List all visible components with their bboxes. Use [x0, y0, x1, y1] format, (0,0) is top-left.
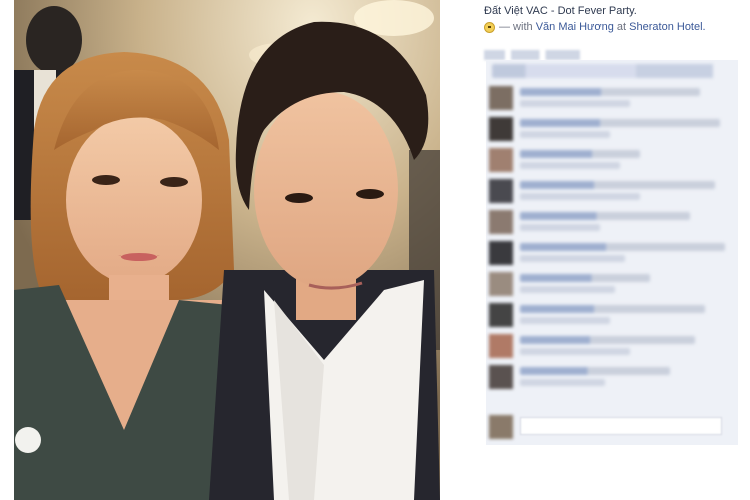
comment-item	[486, 177, 738, 204]
comment-text-blurred	[520, 150, 640, 158]
party-selfie-photo[interactable]	[14, 0, 440, 500]
comment-text-blurred	[520, 212, 690, 220]
avatar[interactable]	[489, 303, 513, 327]
comment-text-blurred	[520, 274, 650, 282]
comment-meta-blurred	[520, 224, 600, 231]
comment-item	[486, 115, 738, 142]
avatar[interactable]	[489, 148, 513, 172]
comment-item	[486, 301, 738, 328]
place-link[interactable]: Sheraton Hotel.	[629, 21, 705, 34]
avatar[interactable]	[489, 179, 513, 203]
post-title: Đất Việt VAC - Dot Fever Party.	[484, 5, 637, 17]
comment-meta-blurred	[520, 255, 625, 262]
comment-meta-blurred	[520, 379, 605, 386]
comments-panel	[486, 60, 738, 445]
comment-text-blurred	[520, 88, 700, 96]
comment-meta-blurred	[520, 317, 610, 324]
post-meta-blurred	[484, 50, 580, 60]
avatar	[489, 415, 513, 439]
with-prefix: — with	[499, 21, 533, 33]
avatar[interactable]	[489, 365, 513, 389]
comment-item	[486, 239, 738, 266]
avatar[interactable]	[489, 210, 513, 234]
avatar[interactable]	[489, 334, 513, 358]
comment-item	[486, 84, 738, 111]
post-sidebar: Đất Việt VAC - Dot Fever Party. — with V…	[482, 0, 750, 500]
comment-meta-blurred	[520, 193, 640, 200]
comment-item	[486, 208, 738, 235]
avatar[interactable]	[489, 272, 513, 296]
comment-text-blurred	[520, 336, 695, 344]
comment-item	[486, 332, 738, 359]
comment-text-blurred	[520, 243, 725, 251]
comment-text-blurred	[520, 367, 670, 375]
comment-meta-blurred	[520, 162, 620, 169]
at-word: at	[616, 21, 627, 33]
tagged-person-link[interactable]: Văn Mai Hương	[536, 21, 614, 34]
avatar[interactable]	[489, 117, 513, 141]
post-caption: Đất Việt VAC - Dot Fever Party. — with V…	[484, 5, 750, 34]
avatar[interactable]	[489, 86, 513, 110]
comment-meta-blurred	[520, 100, 630, 107]
comment-meta-blurred	[520, 348, 630, 355]
comment-item	[486, 270, 738, 297]
post-tag-line: — with Văn Mai Hương at Sheraton Hotel.	[484, 21, 750, 34]
comment-meta-blurred	[520, 131, 610, 138]
write-comment-input[interactable]	[520, 417, 722, 435]
likes-row-blurred[interactable]	[492, 64, 732, 78]
comment-text-blurred	[520, 305, 705, 313]
smiley-icon	[484, 22, 495, 33]
comment-text-blurred	[520, 119, 720, 127]
comment-text-blurred	[520, 181, 715, 189]
comment-meta-blurred	[520, 286, 615, 293]
avatar[interactable]	[489, 241, 513, 265]
comment-item	[486, 146, 738, 173]
photo-viewer	[0, 0, 468, 500]
comment-item	[486, 363, 738, 390]
